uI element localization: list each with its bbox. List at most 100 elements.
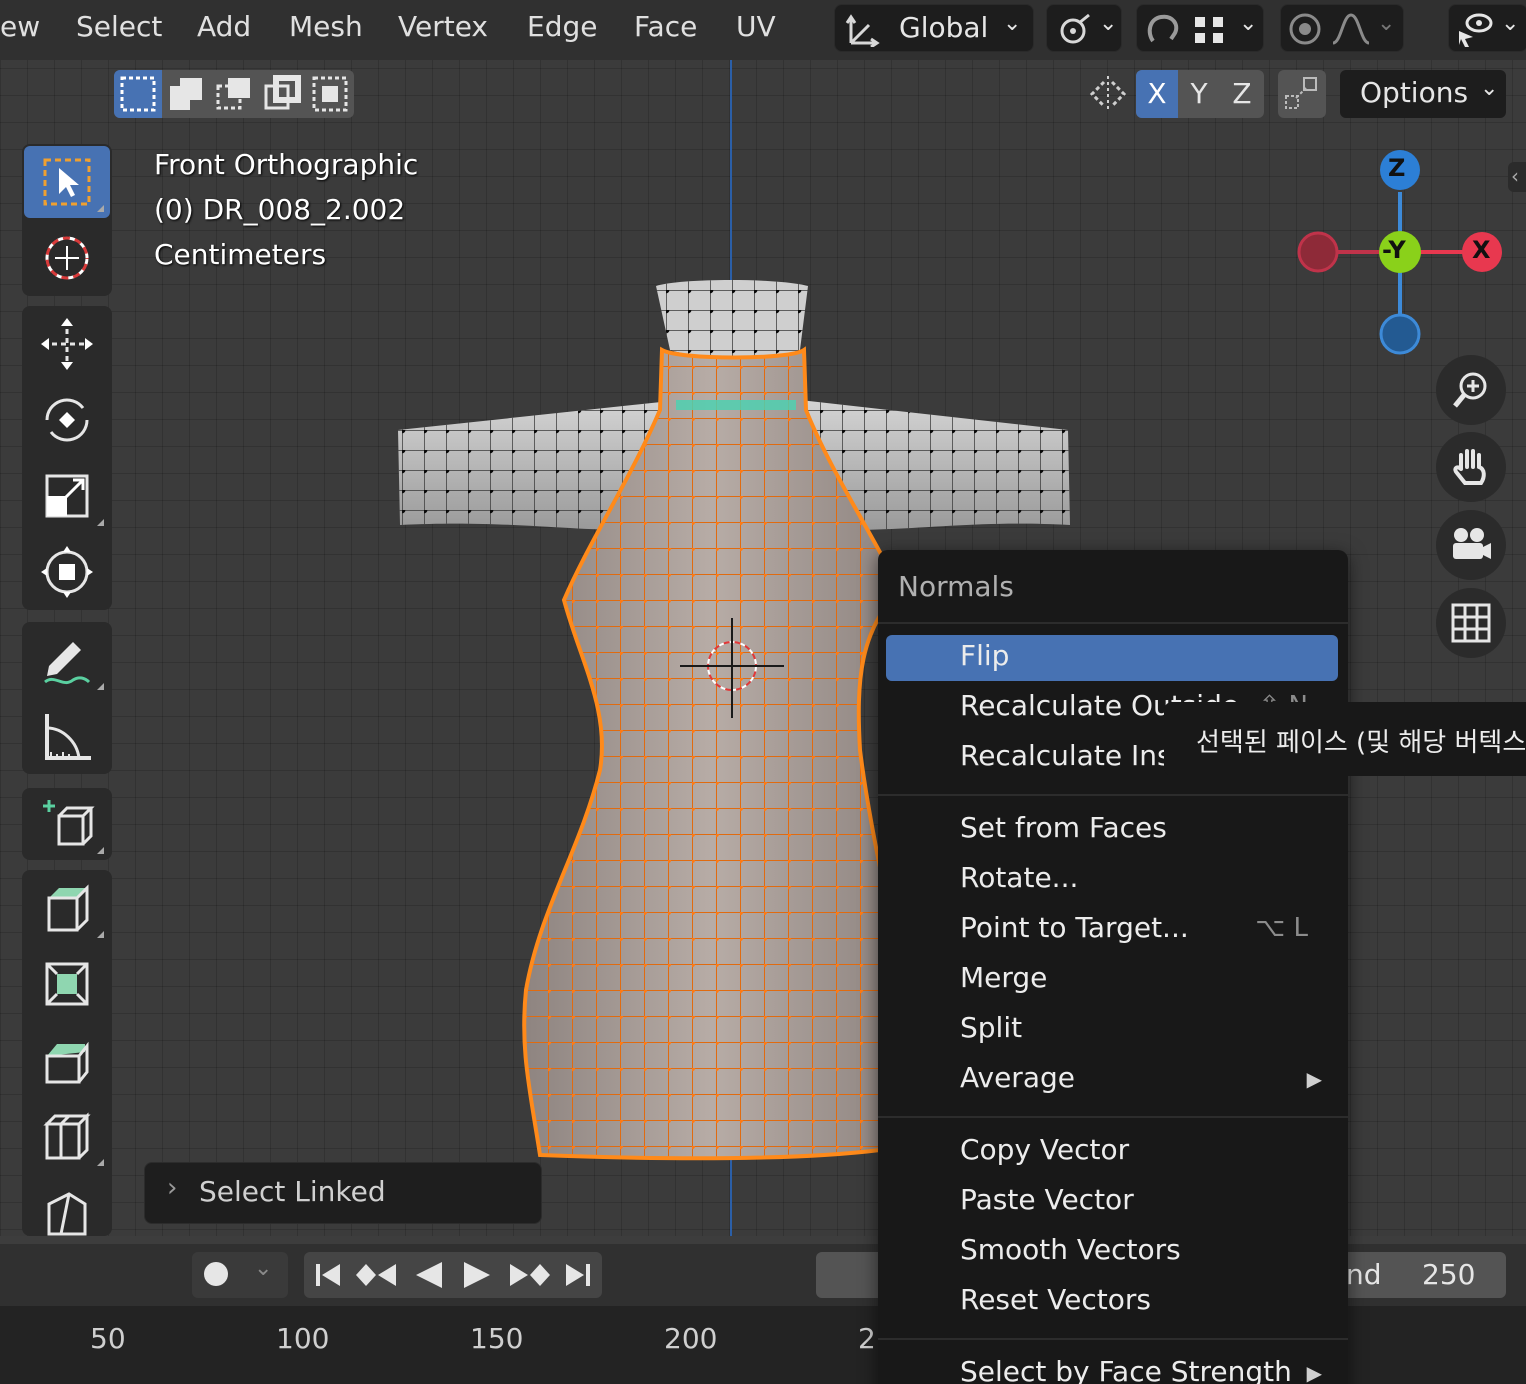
mirror-axis-group: X Y Z [1136,70,1264,118]
tool-move[interactable] [24,308,110,380]
jump-to-start-icon[interactable] [316,1264,340,1286]
tool-measure[interactable] [24,700,110,772]
visibility-dropdown[interactable]: ⌄ [1448,4,1526,52]
menu-item-paste-vector[interactable]: Paste Vector [886,1179,1338,1225]
select-invert-icon [264,75,301,110]
magnet-icon[interactable] [1145,11,1183,47]
jump-to-keyframe-forward-icon[interactable] [510,1264,550,1286]
menu-item-point-to-target[interactable]: Point to Target... ⌥ L [886,907,1338,953]
submenu-arrow-icon: ▶ [1306,1067,1322,1091]
select-mode-intersect-button[interactable] [306,70,354,118]
perspective-toggle-button[interactable] [1436,588,1506,658]
mirror-icon[interactable] [1088,74,1128,114]
menu-item-set-from-faces[interactable]: Set from Faces [886,807,1338,853]
menu-select[interactable]: Select [76,10,162,43]
topology-mirror-button[interactable] [1278,70,1326,118]
tool-cursor[interactable] [24,222,110,294]
object-name: (0) DR_008_2.002 [154,193,406,226]
tool-annotate[interactable] [24,624,110,696]
unit-label: Centimeters [154,238,327,271]
mirror-x-toggle[interactable]: X [1136,70,1178,118]
jump-to-end-icon[interactable] [566,1264,590,1286]
menu-item-reset-vectors[interactable]: Reset Vectors [886,1279,1338,1325]
end-frame-field[interactable]: nd 250 [1330,1252,1506,1298]
tool-loop-cut[interactable] [24,1100,110,1172]
menu-item-flip[interactable]: Flip [886,635,1338,681]
tool-add-cube[interactable] [24,788,110,860]
gizmo-z-label: Z [1388,154,1406,182]
snap-increment-icon[interactable] [1193,15,1225,45]
jump-to-keyframe-back-icon[interactable] [356,1264,396,1286]
play-reverse-icon[interactable] [416,1262,442,1288]
pivot-point-dropdown[interactable]: ⌄ [1046,4,1122,52]
tool-extrude[interactable] [24,872,110,944]
menu-item-copy-vector[interactable]: Copy Vector [886,1129,1338,1175]
camera-icon [1453,528,1491,559]
toolbox-add-group [22,788,112,860]
add-cube-icon [43,800,95,846]
menu-view[interactable]: ew [0,10,40,43]
orientation-label: Global [899,11,989,44]
proportional-editing-group: ⌄ [1280,4,1404,52]
chevron-down-icon[interactable]: ⌄ [254,1256,272,1281]
select-subtract-icon [216,78,250,110]
menu-add[interactable]: Add [197,10,251,43]
chevron-down-icon[interactable]: ⌄ [1239,11,1257,36]
menu-mesh[interactable]: Mesh [289,10,363,43]
menu-item-merge[interactable]: Merge [886,957,1338,1003]
transform-icon [41,546,93,598]
menu-uv[interactable]: UV [736,10,776,43]
chevron-down-icon: ⌄ [1003,11,1022,36]
select-box-icon [120,76,156,112]
menu-edge[interactable]: Edge [527,10,597,43]
3d-cursor-icon[interactable] [680,618,784,722]
proportional-editing-icon[interactable] [1287,11,1325,47]
tool-scale[interactable] [24,460,110,532]
gizmo-neg-x[interactable] [1297,231,1339,273]
falloff-curve-icon[interactable] [1331,11,1371,47]
select-mode-new-button[interactable] [114,70,162,118]
menu-item-label: Set from Faces [960,811,1167,844]
tool-transform[interactable] [24,536,110,608]
tooltip-text: 선택된 페이스 (및 해당 버텍스 [1196,728,1526,758]
sidebar-toggle[interactable]: ‹ [1508,162,1526,192]
play-icon[interactable] [464,1262,490,1288]
chevron-down-icon[interactable]: ⌄ [1377,11,1395,36]
mirror-z-toggle[interactable]: Z [1220,70,1264,118]
tool-rotate[interactable] [24,384,110,456]
pan-button[interactable] [1436,432,1506,502]
menu-item-average[interactable]: Average ▶ [886,1057,1338,1103]
menu-item-smooth-vectors[interactable]: Smooth Vectors [886,1229,1338,1275]
mirror-y-toggle[interactable]: Y [1178,70,1220,118]
tool-knife[interactable] [24,1176,110,1236]
select-intersect-icon [312,76,348,112]
tool-inset[interactable] [24,948,110,1020]
inset-faces-icon [45,962,89,1006]
menu-face[interactable]: Face [634,10,697,43]
tool-select-box[interactable] [24,146,110,218]
tool-bevel[interactable] [24,1024,110,1096]
move-icon [41,318,93,370]
select-mode-extend-button[interactable] [162,70,210,118]
menu-separator [878,1338,1348,1340]
auto-keying-group: ⌄ [192,1252,288,1298]
menu-vertex[interactable]: Vertex [398,10,488,43]
menu-item-select-by-face-strength[interactable]: Select by Face Strength ▶ [886,1351,1338,1384]
gizmo-neg-z[interactable] [1379,313,1421,355]
frame-marker: 200 [664,1322,718,1355]
zoom-button[interactable] [1436,355,1506,425]
chevron-right-icon: › [167,1173,178,1203]
menu-item-label: Average [960,1061,1075,1094]
select-mode-subtract-button[interactable] [210,70,258,118]
select-mode-invert-button[interactable] [258,70,306,118]
last-operator-label: Select Linked [199,1175,386,1208]
last-operator-panel[interactable]: › Select Linked [144,1162,542,1224]
menu-item-split[interactable]: Split [886,1007,1338,1053]
menu-item-rotate[interactable]: Rotate... [886,857,1338,903]
normals-context-menu: Normals Flip Recalculate Outside ⇧ N Rec… [878,550,1348,1384]
playback-icons [316,1262,590,1288]
camera-view-button[interactable] [1436,510,1506,580]
options-dropdown[interactable]: Options ⌄ [1340,70,1506,118]
record-icon[interactable] [204,1262,228,1286]
transform-orientation-dropdown[interactable]: Global ⌄ [834,4,1034,52]
